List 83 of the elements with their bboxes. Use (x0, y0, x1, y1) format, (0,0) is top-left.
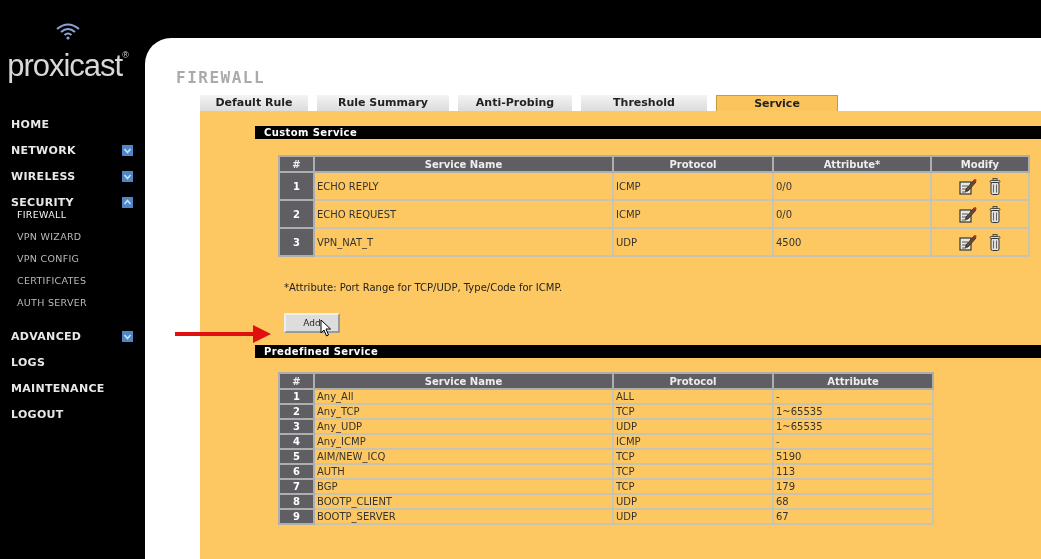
table-cell: BGP (314, 479, 613, 494)
expand-icon[interactable] (122, 144, 133, 156)
nav-item-label: LOGS (11, 355, 46, 369)
table-cell: BOOTP_SERVER (314, 509, 613, 524)
nav-subitem[interactable]: AUTH SERVER (0, 295, 145, 317)
table-cell: 4500 (773, 228, 931, 256)
table-cell: AUTH (314, 464, 613, 479)
table-cell: Any_TCP (314, 404, 613, 419)
table-cell: 179 (773, 479, 933, 494)
row-number: 1 (279, 172, 314, 200)
table-cell: ICMP (613, 434, 773, 449)
table-cell: ECHO REQUEST (314, 200, 613, 228)
table-cell: - (773, 434, 933, 449)
table-cell: ICMP (613, 172, 773, 200)
trash-icon[interactable] (988, 177, 1001, 195)
nav-item-label: ADVANCED (11, 329, 82, 343)
table-cell: TCP (613, 479, 773, 494)
table-cell: UDP (613, 494, 773, 509)
column-header: Protocol (613, 373, 773, 389)
table-cell: 5190 (773, 449, 933, 464)
expand-icon[interactable] (122, 170, 133, 182)
mouse-pointer-icon (320, 319, 332, 337)
table-cell: Any_ICMP (314, 434, 613, 449)
edit-icon[interactable] (959, 233, 978, 251)
table-cell: UDP (613, 419, 773, 434)
table-cell: ALL (613, 389, 773, 404)
collapse-icon[interactable] (122, 196, 133, 208)
tab[interactable]: Threshold (581, 95, 707, 111)
tab[interactable]: Default Rule (200, 95, 308, 111)
nav-item-label: NETWORK (11, 143, 76, 157)
table-cell: 113 (773, 464, 933, 479)
table-cell: Any_All (314, 389, 613, 404)
tab[interactable]: Anti-Probing (458, 95, 572, 111)
column-header: Attribute (773, 373, 933, 389)
column-header: Attribute* (773, 156, 931, 172)
table-cell: AIM/NEW_ICQ (314, 449, 613, 464)
trash-icon[interactable] (988, 205, 1001, 223)
column-header: Service Name (314, 156, 613, 172)
column-header: Modify (931, 156, 1029, 172)
nav-item-label: LOGOUT (11, 407, 64, 421)
trash-icon[interactable] (988, 233, 1001, 251)
row-number: 2 (279, 200, 314, 228)
column-header: Protocol (613, 156, 773, 172)
table-cell: VPN_NAT_T (314, 228, 613, 256)
footnote: *Attribute: Port Range for TCP/UDP, Type/Code for ICMP. (284, 282, 564, 293)
nav-item-label: HOME (11, 117, 50, 131)
expand-icon[interactable] (122, 330, 133, 342)
nav-item-label: WIRELESS (11, 169, 76, 183)
tab[interactable]: Service (716, 95, 838, 111)
table-cell: 1~65535 (773, 404, 933, 419)
table-cell: 1~65535 (773, 419, 933, 434)
add-button[interactable]: Add (284, 313, 340, 333)
table-cell: 68 (773, 494, 933, 509)
table-cell: 0/0 (773, 172, 931, 200)
table-cell: Any_UDP (314, 419, 613, 434)
page-title: FIREWALL (176, 68, 267, 87)
section-header: Custom Service (255, 126, 1041, 139)
row-number: 3 (279, 228, 314, 256)
table-cell: TCP (613, 449, 773, 464)
wifi-signal-icon (54, 22, 81, 40)
edit-icon[interactable] (959, 205, 978, 223)
nav-item-label: SECURITY (11, 195, 74, 209)
table-cell: 67 (773, 509, 933, 524)
table-cell: ECHO REPLY (314, 172, 613, 200)
table-cell: TCP (613, 404, 773, 419)
table-cell: ICMP (613, 200, 773, 228)
column-header: Service Name (314, 373, 613, 389)
tab[interactable]: Rule Summary (317, 95, 449, 111)
table-cell: - (773, 389, 933, 404)
column-header: # (279, 156, 314, 172)
nav-subitem[interactable]: VPN WIZARD (0, 229, 145, 251)
section-header: Predefined Service (255, 345, 1041, 358)
brand-logo: proxicast$^{®}$ (7, 47, 128, 81)
column-header: # (279, 373, 314, 389)
table-cell: TCP (613, 464, 773, 479)
nav-subitem[interactable]: VPN CONFIG (0, 251, 145, 273)
table-cell: UDP (613, 228, 773, 256)
edit-icon[interactable] (959, 177, 978, 195)
table-cell: 0/0 (773, 200, 931, 228)
nav-subitem[interactable]: CERTIFICATES (0, 273, 145, 295)
table-cell: UDP (613, 509, 773, 524)
nav-item-label: MAINTENANCE (11, 381, 105, 395)
table-cell: BOOTP_CLIENT (314, 494, 613, 509)
